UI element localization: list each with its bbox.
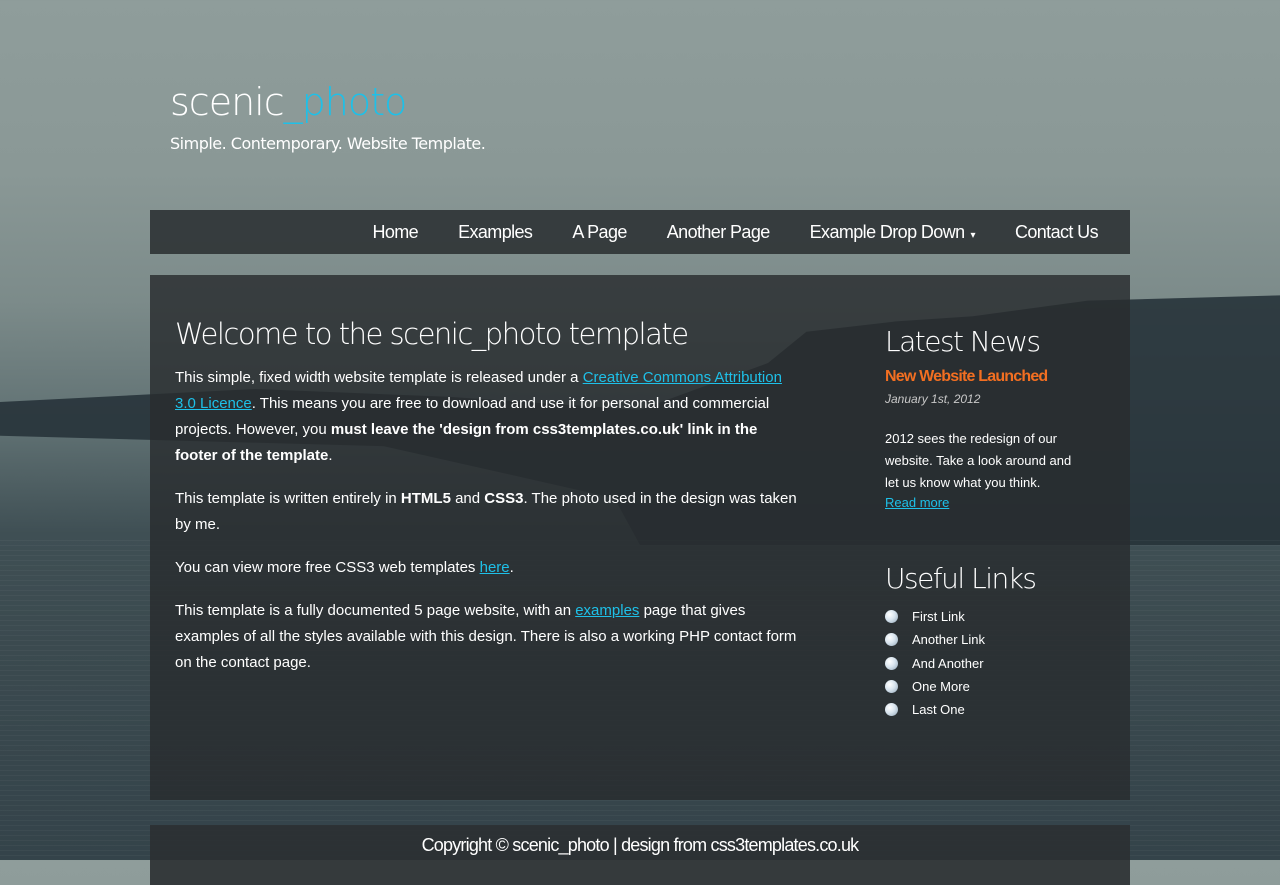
text-span: and <box>450 490 485 507</box>
menu-item-label: Example Drop Down <box>809 222 965 242</box>
news-item-title: New Website Launched <box>885 368 1048 385</box>
examples-link[interactable]: examples <box>575 602 639 619</box>
menu-item-another-page[interactable]: Another Page <box>647 210 790 254</box>
bullet-icon <box>885 610 898 624</box>
bullet-icon <box>885 703 898 717</box>
menu-item-home[interactable]: Home <box>352 210 438 254</box>
useful-link-item[interactable]: Last One <box>885 698 1085 721</box>
site-content-panel: Welcome to the scenic_photo template Thi… <box>150 275 1130 800</box>
useful-link-label: And Another <box>912 655 984 671</box>
menu-item-contact-us[interactable]: Contact Us <box>995 210 1118 254</box>
useful-links-section: Useful Links First Link Another Link And… <box>885 562 1085 721</box>
bold-text: CSS3 <box>484 490 524 507</box>
tech-paragraph: This template is written entirely in HTM… <box>175 486 800 538</box>
useful-link-label: One More <box>912 679 970 695</box>
chevron-down-icon: ▾ <box>970 230 976 241</box>
templates-paragraph: You can view more free CSS3 web template… <box>175 555 800 581</box>
text-span: This template is written entirely in <box>175 490 401 507</box>
docs-paragraph: This template is a fully documented 5 pa… <box>175 598 800 676</box>
logo-main-text: scenic <box>170 80 285 124</box>
useful-link-item[interactable]: And Another <box>885 652 1085 675</box>
read-more-link[interactable]: Read more <box>885 495 949 510</box>
text-span: You can view more free CSS3 web template… <box>175 559 480 576</box>
footer-copyright: Copyright © scenic_photo | design from c… <box>421 835 860 855</box>
latest-news-heading: Latest News <box>885 325 1041 358</box>
sidebar: Latest News New Website Launched January… <box>885 325 1085 721</box>
main-content: Welcome to the scenic_photo template Thi… <box>175 317 800 693</box>
here-link[interactable]: here <box>480 559 510 576</box>
useful-link-item[interactable]: One More <box>885 675 1085 698</box>
text-span: This simple, fixed width website templat… <box>175 369 583 386</box>
logo-accent-text: _photo <box>283 80 408 124</box>
news-item-body: 2012 sees the redesign of our website. T… <box>885 431 1072 490</box>
bullet-icon <box>885 633 898 647</box>
text-span: This template is a fully documented 5 pa… <box>175 602 576 619</box>
main-menu: Home Examples A Page Another Page Exampl… <box>150 210 1130 254</box>
text-span: . <box>328 447 333 464</box>
logo[interactable]: scenic_photo <box>170 80 408 124</box>
site-footer: Copyright © scenic_photo | design from c… <box>150 825 1130 885</box>
news-item-date: January 1st, 2012 <box>885 392 981 406</box>
useful-link-label: Another Link <box>912 632 985 648</box>
menu-item-examples[interactable]: Examples <box>438 210 552 254</box>
intro-paragraph: This simple, fixed width website templat… <box>175 365 800 469</box>
page-title: Welcome to the scenic_photo template <box>175 317 689 351</box>
useful-link-item[interactable]: Another Link <box>885 628 1085 651</box>
bullet-icon <box>885 656 898 670</box>
text-span: . <box>509 559 514 576</box>
bold-text: HTML5 <box>400 490 451 507</box>
useful-link-label: Last One <box>912 702 965 718</box>
useful-link-item[interactable]: First Link <box>885 605 1085 628</box>
useful-link-label: First Link <box>912 609 965 625</box>
slogan: Simple. Contemporary. Website Template. <box>170 134 486 153</box>
bullet-icon <box>885 680 898 694</box>
useful-links-heading: Useful Links <box>885 562 1037 595</box>
menu-item-example-drop-down[interactable]: Example Drop Down ▾ <box>790 210 995 254</box>
menu-item-a-page[interactable]: A Page <box>552 210 646 254</box>
